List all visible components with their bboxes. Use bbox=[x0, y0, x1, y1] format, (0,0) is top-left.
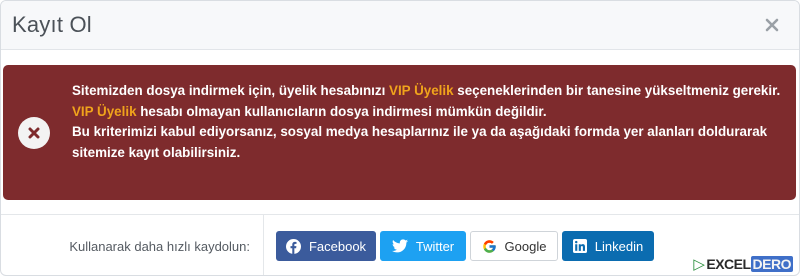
google-button[interactable]: Google bbox=[470, 231, 558, 261]
watermark-logo-icon: ▷ bbox=[693, 256, 705, 273]
google-icon bbox=[482, 239, 496, 253]
vip-membership-link-2[interactable]: VIP Üyelik bbox=[72, 104, 137, 119]
facebook-icon bbox=[285, 238, 301, 254]
site-watermark: ▷ EXCEL DERO bbox=[693, 255, 793, 273]
vip-warning-alert: Sitemizden dosya indirmek için, üyelik h… bbox=[3, 65, 796, 200]
x-circle-icon bbox=[18, 117, 50, 149]
close-icon bbox=[765, 18, 779, 32]
twitter-button[interactable]: Twitter bbox=[380, 231, 466, 261]
alert-line-1: Sitemizden dosya indirmek için, üyelik h… bbox=[72, 81, 784, 102]
alert-message: Sitemizden dosya indirmek için, üyelik h… bbox=[72, 81, 784, 163]
alert-line-2-text: hesabı olmayan kullanıcıların dosya indi… bbox=[136, 103, 547, 119]
social-login-label: Kullanarak daha hızlı kaydolun: bbox=[69, 238, 250, 254]
linkedin-button[interactable]: Linkedin bbox=[562, 231, 654, 261]
alert-line-1-tail: seçeneklerinden bir tanesine yükseltmeni… bbox=[453, 83, 781, 98]
social-login-row: Kullanarak daha hızlı kaydolun: Facebook… bbox=[1, 214, 799, 275]
facebook-label: Facebook bbox=[308, 238, 367, 254]
social-label-cell: Kullanarak daha hızlı kaydolun: bbox=[1, 215, 264, 275]
alert-line-2: VIP Üyelik hesabı olmayan kullanıcıların… bbox=[72, 102, 784, 123]
facebook-button[interactable]: Facebook bbox=[276, 231, 376, 261]
google-label: Google bbox=[504, 238, 547, 254]
close-button[interactable] bbox=[761, 14, 783, 36]
linkedin-label: Linkedin bbox=[594, 238, 644, 254]
vip-membership-link[interactable]: VIP Üyelik bbox=[389, 83, 454, 98]
twitter-label: Twitter bbox=[415, 238, 455, 254]
modal-title: Kayıt Ol bbox=[12, 12, 92, 37]
social-buttons: Facebook Twitter Google Linkedin bbox=[264, 215, 654, 275]
register-modal: Kayıt Ol Sitemizden dosya indirmek için,… bbox=[0, 0, 800, 276]
alert-line-3: Bu kriterimizi kabul ediyorsanız, sosyal… bbox=[72, 124, 768, 160]
watermark-part2: DERO bbox=[750, 256, 793, 272]
linkedin-icon bbox=[572, 239, 587, 253]
twitter-icon bbox=[391, 239, 408, 253]
modal-header: Kayıt Ol bbox=[1, 1, 799, 50]
watermark-part1: EXCEL bbox=[706, 256, 751, 272]
alert-line-1-text: Sitemizden dosya indirmek için, üyelik h… bbox=[72, 83, 390, 98]
